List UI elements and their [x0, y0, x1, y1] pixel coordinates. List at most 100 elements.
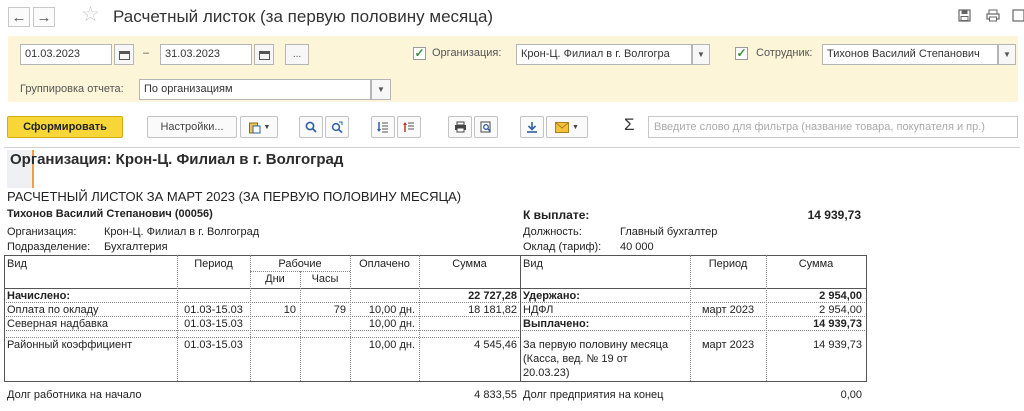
accrued-total: 22 727,28 [468, 290, 517, 302]
find-next-button[interactable] [325, 116, 349, 138]
sum-icon[interactable]: Σ [624, 115, 635, 135]
employee-name: Тихонов Василий Степанович (00056) [7, 208, 213, 220]
filter-search-input[interactable]: Введите слово для фильтра (название това… [648, 116, 1018, 138]
chevron-down-icon: ▼ [263, 123, 271, 131]
period-select-button[interactable]: ... [285, 44, 309, 65]
grouping-label: Группировка отчета: [20, 83, 124, 95]
col-header-period-right: Период [708, 258, 748, 270]
print-icon [454, 121, 466, 133]
to-pay-value: 14 939,73 [807, 208, 861, 222]
debt-start-value: 4 833,55 [474, 389, 517, 401]
withheld-row-sum: 2 954,00 [819, 304, 862, 316]
table-row-kind: Северная надбавка [7, 318, 109, 330]
settings-button[interactable]: Настройки... [147, 116, 237, 138]
table-row-paid: 10,00 дн. [368, 318, 415, 330]
table-row-paid: 10,00 дн. [368, 339, 415, 351]
table-row-period: 01.03-15.03 [184, 304, 243, 316]
generate-button[interactable]: Сформировать [7, 116, 123, 138]
withheld-label: Удержано: [523, 290, 580, 302]
col-border [690, 255, 691, 381]
arrow-left-icon: ← [11, 8, 27, 26]
org-label: Организация: [432, 47, 502, 59]
calendar-icon [118, 50, 130, 60]
col-header-kind-right: Вид [523, 258, 543, 270]
row-line-2 [4, 316, 867, 317]
search-next-icon [331, 121, 343, 133]
save-file-button[interactable] [520, 116, 544, 138]
to-pay-label: К выплате: [523, 208, 590, 222]
withheld-row-period: март 2023 [701, 304, 755, 316]
payment-row-sum: 14 939,73 [813, 339, 862, 351]
org-info-label: Организация: [7, 226, 77, 238]
print-preview-button[interactable] [474, 116, 498, 138]
arrow-right-icon: → [36, 8, 52, 26]
date-from-calendar-button[interactable] [114, 44, 134, 65]
accrued-label: Начислено: [7, 290, 71, 302]
calendar-icon [258, 50, 270, 60]
date-from-field[interactable]: 01.03.2023 [20, 44, 112, 65]
col-header-kind: Вид [7, 258, 27, 270]
table-row-kind: Оплата по окладу [7, 304, 99, 316]
chevron-down-icon: ▼ [572, 123, 579, 131]
dept-info-label: Подразделение: [7, 241, 91, 253]
favorite-star-icon[interactable]: ☆ [81, 4, 100, 25]
collapse-groups-button[interactable] [397, 116, 421, 138]
col-header-period: Период [194, 258, 233, 270]
forward-button[interactable]: → [33, 7, 55, 27]
find-button[interactable] [299, 116, 323, 138]
debt-end-label: Долг предприятия на конец [523, 389, 664, 401]
print-preview-icon [480, 121, 492, 133]
table-row-period: 01.03-15.03 [184, 339, 243, 351]
more-window-icon[interactable] [1012, 9, 1024, 25]
report-org-heading: Организация: Крон-Ц. Филиал в г. Волгогр… [10, 151, 344, 168]
col-border [866, 255, 867, 381]
col-header-sum-right: Сумма [798, 258, 834, 270]
payment-row-kind-2: (Касса, вед. № 19 от [523, 353, 628, 365]
paid-label: Выплачено: [523, 318, 590, 330]
table-row-period: 01.03-15.03 [184, 318, 243, 330]
row-line-3 [4, 330, 867, 331]
grouping-field[interactable]: По организациям [139, 79, 371, 100]
date-to-calendar-button[interactable] [254, 44, 274, 65]
salary-value: 40 000 [620, 241, 654, 253]
payment-row-kind-1: За первую половину месяца [523, 339, 669, 351]
employee-dropdown-button[interactable]: ▼ [998, 44, 1016, 65]
email-icon [555, 121, 570, 133]
paid-total: 14 939,73 [813, 318, 862, 330]
variants-button[interactable]: ▼ [240, 116, 278, 138]
save-icon[interactable] [958, 9, 971, 25]
org-checkbox[interactable]: ✓ [413, 47, 426, 60]
print-button[interactable] [448, 116, 472, 138]
col-border [300, 271, 301, 381]
withheld-row-kind: НДФЛ [523, 304, 554, 316]
payment-row-period: март 2023 [701, 339, 755, 351]
table-bottom-line [4, 381, 867, 382]
employee-field[interactable]: Тихонов Василий Степанович [822, 44, 998, 65]
position-label: Должность: [523, 226, 582, 238]
date-to-field[interactable]: 31.03.2023 [160, 44, 252, 65]
table-header-bottom-line [4, 288, 867, 289]
col-border [4, 255, 5, 381]
expand-groups-button[interactable] [371, 116, 395, 138]
grouping-dropdown-button[interactable]: ▼ [371, 79, 391, 100]
back-button[interactable]: ← [8, 7, 30, 27]
row-line-1 [4, 302, 867, 303]
table-row-sum: 18 181,82 [468, 304, 517, 316]
position-value: Главный бухгалтер [620, 226, 718, 238]
col-header-sum: Сумма [452, 258, 487, 270]
org-field[interactable]: Крон-Ц. Филиал в г. Волгогра [516, 44, 692, 65]
debt-end-value: 0,00 [840, 389, 862, 401]
table-row-sum: 4 545,46 [474, 339, 517, 351]
col-header-hours: Часы [311, 273, 339, 285]
send-email-button[interactable]: ▼ [546, 116, 588, 138]
report-title: РАСЧЕТНЫЙ ЛИСТОК ЗА МАРТ 2023 (ЗА ПЕРВУЮ… [7, 189, 462, 204]
date-separator: – [143, 47, 150, 59]
payment-row-kind-3: 20.03.23) [523, 367, 570, 379]
print-icon[interactable] [986, 9, 1000, 25]
chevron-down-icon: ▼ [697, 50, 705, 59]
org-dropdown-button[interactable]: ▼ [692, 44, 710, 65]
collapse-rows-icon [403, 122, 414, 132]
col-header-days: Дни [265, 273, 285, 285]
report-spreadsheet [4, 147, 1020, 411]
employee-checkbox[interactable]: ✓ [735, 47, 748, 60]
